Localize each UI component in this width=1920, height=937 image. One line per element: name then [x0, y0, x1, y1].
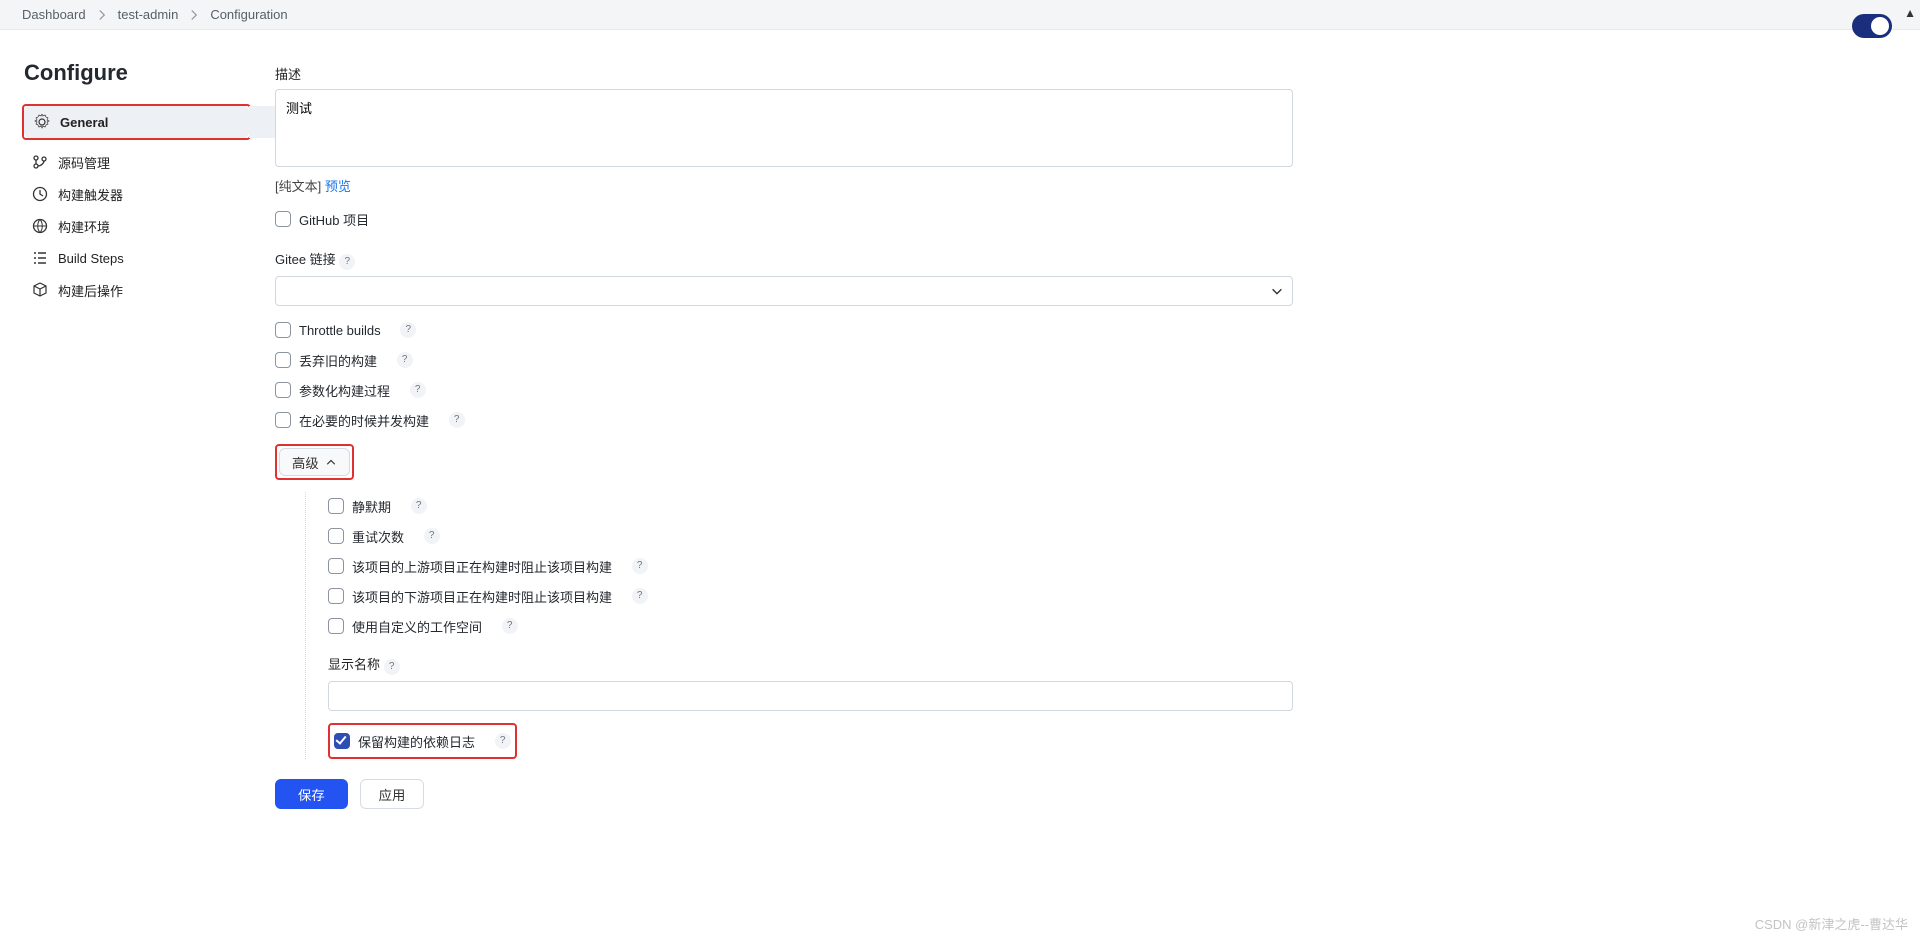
concurrent-checkbox[interactable] [275, 412, 291, 428]
concurrent-label: 在必要的时候并发构建 [299, 411, 429, 430]
help-icon[interactable]: ? [397, 352, 413, 368]
help-icon[interactable]: ? [449, 412, 465, 428]
block-upstream-checkbox[interactable] [328, 558, 344, 574]
breadcrumb-item[interactable]: Dashboard [22, 7, 86, 22]
apply-button[interactable]: 应用 [360, 779, 425, 809]
sidebar-item-label: 源码管理 [58, 153, 110, 172]
save-button[interactable]: 保存 [275, 779, 348, 809]
keep-dep-log-label: 保留构建的依赖日志 [358, 732, 475, 751]
description-input[interactable] [275, 89, 1293, 167]
block-downstream-checkbox[interactable] [328, 588, 344, 604]
custom-workspace-checkbox[interactable] [328, 618, 344, 634]
retry-checkbox[interactable] [328, 528, 344, 544]
sidebar-item-label: Build Steps [58, 251, 124, 266]
github-project-label: GitHub 项目 [299, 210, 369, 229]
chevron-up-icon [325, 456, 337, 468]
breadcrumb-item-current: Configuration [210, 7, 287, 22]
main-content: General 描述 [纯文本] 预览 GitHub 项目 Gitee 链接 ?… [275, 30, 1920, 829]
advanced-toggle-button[interactable]: 高级 [279, 448, 350, 476]
watermark-text: CSDN @新津之虎--曹达华 [1755, 914, 1908, 933]
parameterize-checkbox[interactable] [275, 382, 291, 398]
help-icon[interactable]: ? [384, 659, 400, 675]
display-name-label: 显示名称 [328, 657, 380, 672]
highlight-advanced: 高级 [275, 444, 354, 480]
sidebar-item-scm[interactable]: 源码管理 [22, 146, 251, 178]
preview-link[interactable]: 预览 [325, 179, 351, 194]
help-icon[interactable]: ? [632, 558, 648, 574]
sidebar-item-label: 构建后操作 [58, 281, 123, 300]
highlight-keep-log: 保留构建的依赖日志 ? [328, 723, 517, 759]
sidebar-title: Configure [24, 60, 251, 86]
globe-icon [32, 218, 48, 234]
help-icon[interactable]: ? [400, 322, 416, 338]
gitee-link-select[interactable] [275, 276, 1293, 306]
sidebar-item-general[interactable]: General [24, 106, 249, 138]
cube-icon [32, 282, 48, 298]
sidebar-item-build-steps[interactable]: Build Steps [22, 242, 251, 274]
quiet-period-checkbox[interactable] [328, 498, 344, 514]
throttle-checkbox[interactable] [275, 322, 291, 338]
github-project-checkbox[interactable] [275, 211, 291, 227]
help-icon[interactable]: ? [632, 588, 648, 604]
display-name-input[interactable] [328, 681, 1293, 711]
discard-old-checkbox[interactable] [275, 352, 291, 368]
breadcrumb: Dashboard test-admin Configuration [0, 0, 1920, 30]
help-icon[interactable]: ? [495, 733, 511, 749]
gear-icon [34, 114, 50, 130]
keep-dep-log-checkbox[interactable] [334, 733, 350, 749]
help-icon[interactable]: ? [424, 528, 440, 544]
sidebar-item-label: 构建环境 [58, 217, 110, 236]
chevron-right-icon [188, 9, 200, 21]
sidebar-item-env[interactable]: 构建环境 [22, 210, 251, 242]
sidebar-item-post[interactable]: 构建后操作 [22, 274, 251, 306]
text-format-label: [纯文本] [275, 179, 321, 194]
chevron-down-icon [1270, 284, 1284, 298]
chevron-right-icon [96, 9, 108, 21]
help-icon[interactable]: ? [411, 498, 427, 514]
clock-icon [32, 186, 48, 202]
sidebar-item-label: 构建触发器 [58, 185, 123, 204]
throttle-label: Throttle builds [299, 323, 381, 338]
highlight-general: General [22, 104, 251, 140]
quiet-period-label: 静默期 [352, 497, 391, 516]
sidebar-item-label: General [60, 115, 108, 130]
sidebar: Configure General 源码管理 构建触发器 构建环境 Build … [22, 30, 251, 829]
help-icon[interactable]: ? [502, 618, 518, 634]
block-upstream-label: 该项目的上游项目正在构建时阻止该项目构建 [352, 557, 612, 576]
description-label: 描述 [275, 64, 1293, 83]
retry-label: 重试次数 [352, 527, 404, 546]
sidebar-item-triggers[interactable]: 构建触发器 [22, 178, 251, 210]
discard-old-label: 丢弃旧的构建 [299, 351, 377, 370]
breadcrumb-item[interactable]: test-admin [118, 7, 179, 22]
custom-workspace-label: 使用自定义的工作空间 [352, 617, 482, 636]
steps-icon [32, 250, 48, 266]
help-icon[interactable]: ? [339, 254, 355, 270]
branch-icon [32, 154, 48, 170]
parameterize-label: 参数化构建过程 [299, 381, 390, 400]
help-icon[interactable]: ? [410, 382, 426, 398]
advanced-section: 静默期 ? 重试次数 ? 该项目的上游项目正在构建时阻止该项目构建 ? 该项目的… [305, 492, 1293, 759]
gitee-link-label: Gitee 链接 ? [275, 249, 1293, 270]
block-downstream-label: 该项目的下游项目正在构建时阻止该项目构建 [352, 587, 612, 606]
